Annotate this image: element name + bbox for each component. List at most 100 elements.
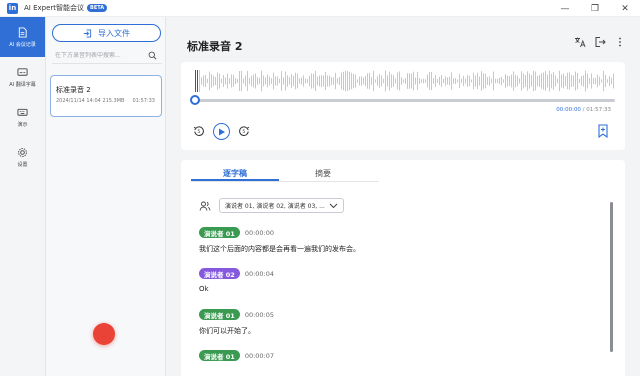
- transcript-segment[interactable]: 演说者 01 00:00:07: [199, 350, 274, 361]
- waveform-bar: [235, 77, 236, 85]
- transcript-segment[interactable]: 演说者 02 00:00:04 Ok: [199, 268, 274, 293]
- close-button[interactable]: ✕: [610, 0, 640, 17]
- waveform-bar: [589, 78, 590, 84]
- waveform-bar: [295, 72, 296, 90]
- export-icon[interactable]: [594, 36, 606, 48]
- transcript-segment[interactable]: 演说者 01 00:00:05 你们可以开始了。: [199, 309, 274, 336]
- waveform-bar: [363, 77, 364, 85]
- record-button[interactable]: [93, 323, 115, 345]
- bookmark-button[interactable]: [597, 124, 609, 140]
- sidebar-nav: AI 会议记录 AI 翻译字幕 演示 设置: [0, 17, 46, 376]
- speaker-select[interactable]: 演说者 01, 演说者 02, 演说者 03, ...: [219, 198, 344, 213]
- segment-time[interactable]: 00:00:07: [245, 352, 274, 360]
- transcript-tabs: 逐字稿 摘要: [191, 166, 379, 182]
- waveform-bar: [297, 73, 298, 89]
- sidebar-item-label: 演示: [17, 121, 28, 128]
- waveform-bar: [525, 75, 526, 87]
- waveform-bar: [247, 70, 248, 92]
- waveform-bar: [353, 73, 354, 89]
- waveform-bar: [263, 75, 264, 87]
- waveform-bar: [443, 78, 444, 84]
- import-file-button[interactable]: 导入文件: [52, 24, 161, 42]
- segment-time[interactable]: 00:00:00: [245, 229, 274, 237]
- audio-waveform[interactable]: [195, 68, 615, 94]
- play-button[interactable]: [213, 123, 230, 140]
- minimize-button[interactable]: —: [550, 0, 580, 17]
- waveform-bar: [555, 75, 556, 87]
- search-icon[interactable]: [148, 51, 157, 60]
- transcript-segment[interactable]: 演说者 01 00:00:00 我们这个后面的内容都是会再看一遍我们的发布会。: [199, 227, 360, 254]
- segment-text[interactable]: 我们这个后面的内容都是会再看一遍我们的发布会。: [199, 244, 360, 254]
- waveform-bar: [299, 78, 300, 84]
- waveform-bar: [301, 77, 302, 85]
- waveform-bar: [369, 72, 370, 90]
- sidebar-item-presentation[interactable]: 演示: [0, 97, 45, 137]
- progress-track[interactable]: [195, 99, 615, 102]
- segment-time[interactable]: 00:00:05: [245, 311, 274, 319]
- waveform-bar: [231, 74, 232, 88]
- waveform-bar: [273, 72, 274, 90]
- waveform-bar: [499, 77, 500, 85]
- waveform-bar: [213, 75, 214, 87]
- waveform-bar: [303, 75, 304, 87]
- restore-button[interactable]: ❐: [580, 0, 610, 17]
- sidebar-item-subtitles[interactable]: AI 翻译字幕: [0, 57, 45, 97]
- waveform-bar: [277, 76, 278, 86]
- waveform-bar: [423, 78, 424, 84]
- waveform-bar: [253, 74, 254, 88]
- waveform-bar: [437, 79, 438, 83]
- speaker-badge[interactable]: 演说者 01: [199, 350, 240, 361]
- waveform-bar: [373, 70, 374, 92]
- sidebar-item-meeting-notes[interactable]: AI 会议记录: [0, 17, 45, 57]
- waveform-bar: [387, 75, 388, 87]
- waveform-bar: [523, 73, 524, 89]
- waveform-bar: [495, 78, 496, 84]
- waveform-bar: [227, 73, 228, 89]
- waveform-bar: [435, 75, 436, 87]
- waveform-bar: [591, 73, 592, 89]
- tab-transcript[interactable]: 逐字稿: [191, 166, 279, 181]
- waveform-bar: [511, 74, 512, 88]
- speaker-badge[interactable]: 演说者 01: [199, 227, 240, 238]
- speaker-badge[interactable]: 演说者 01: [199, 309, 240, 320]
- waveform-bar: [491, 78, 492, 84]
- waveform-bar: [487, 77, 488, 85]
- speaker-badge[interactable]: 演说者 02: [199, 268, 240, 279]
- transcript-panel: 逐字稿 摘要 演说者 01, 演说者 02, 演说者 03, ... 演说者 0…: [181, 160, 625, 376]
- tab-summary[interactable]: 摘要: [279, 166, 367, 181]
- forward-5-icon: 5: [239, 125, 250, 136]
- search-input[interactable]: [52, 52, 144, 59]
- segment-text[interactable]: 你们可以开始了。: [199, 326, 274, 336]
- main-panel: 标准录音 2 00:00:00 / 01:57:33 5 5 逐字稿 摘要 演说…: [167, 17, 640, 376]
- waveform-bar: [583, 75, 584, 87]
- rewind-button[interactable]: 5: [193, 125, 205, 139]
- waveform-bar: [229, 78, 230, 84]
- scrollbar-thumb[interactable]: [610, 202, 613, 352]
- sidebar-item-settings[interactable]: 设置: [0, 137, 45, 177]
- sidebar-item-label: 设置: [17, 161, 28, 168]
- waveform-bar: [243, 78, 244, 84]
- more-icon[interactable]: [614, 36, 626, 48]
- forward-button[interactable]: 5: [238, 125, 250, 139]
- waveform-bar: [259, 77, 260, 85]
- waveform-bar: [331, 77, 332, 85]
- recording-list-item[interactable]: 标准录音 2 2024/11/14 14:04 215.3MB 01:57:33: [50, 75, 162, 117]
- waveform-bar: [237, 79, 238, 83]
- waveform-bar: [211, 74, 212, 88]
- waveform-bar: [611, 77, 612, 85]
- translate-icon[interactable]: [574, 36, 586, 48]
- waveform-bar: [333, 77, 334, 85]
- waveform-bar: [359, 76, 360, 86]
- waveform-bar: [377, 76, 378, 86]
- current-time: 00:00:00: [556, 107, 581, 113]
- waveform-bar: [535, 71, 536, 91]
- progress-thumb[interactable]: [190, 95, 200, 105]
- segment-time[interactable]: 00:00:04: [245, 270, 274, 278]
- waveform-bar: [569, 72, 570, 90]
- waveform-bar: [493, 71, 494, 91]
- segment-text[interactable]: Ok: [199, 285, 274, 293]
- waveform-bar: [529, 73, 530, 89]
- app-logo: in: [7, 2, 18, 14]
- waveform-bar: [209, 71, 210, 91]
- waveform-bar: [269, 76, 270, 86]
